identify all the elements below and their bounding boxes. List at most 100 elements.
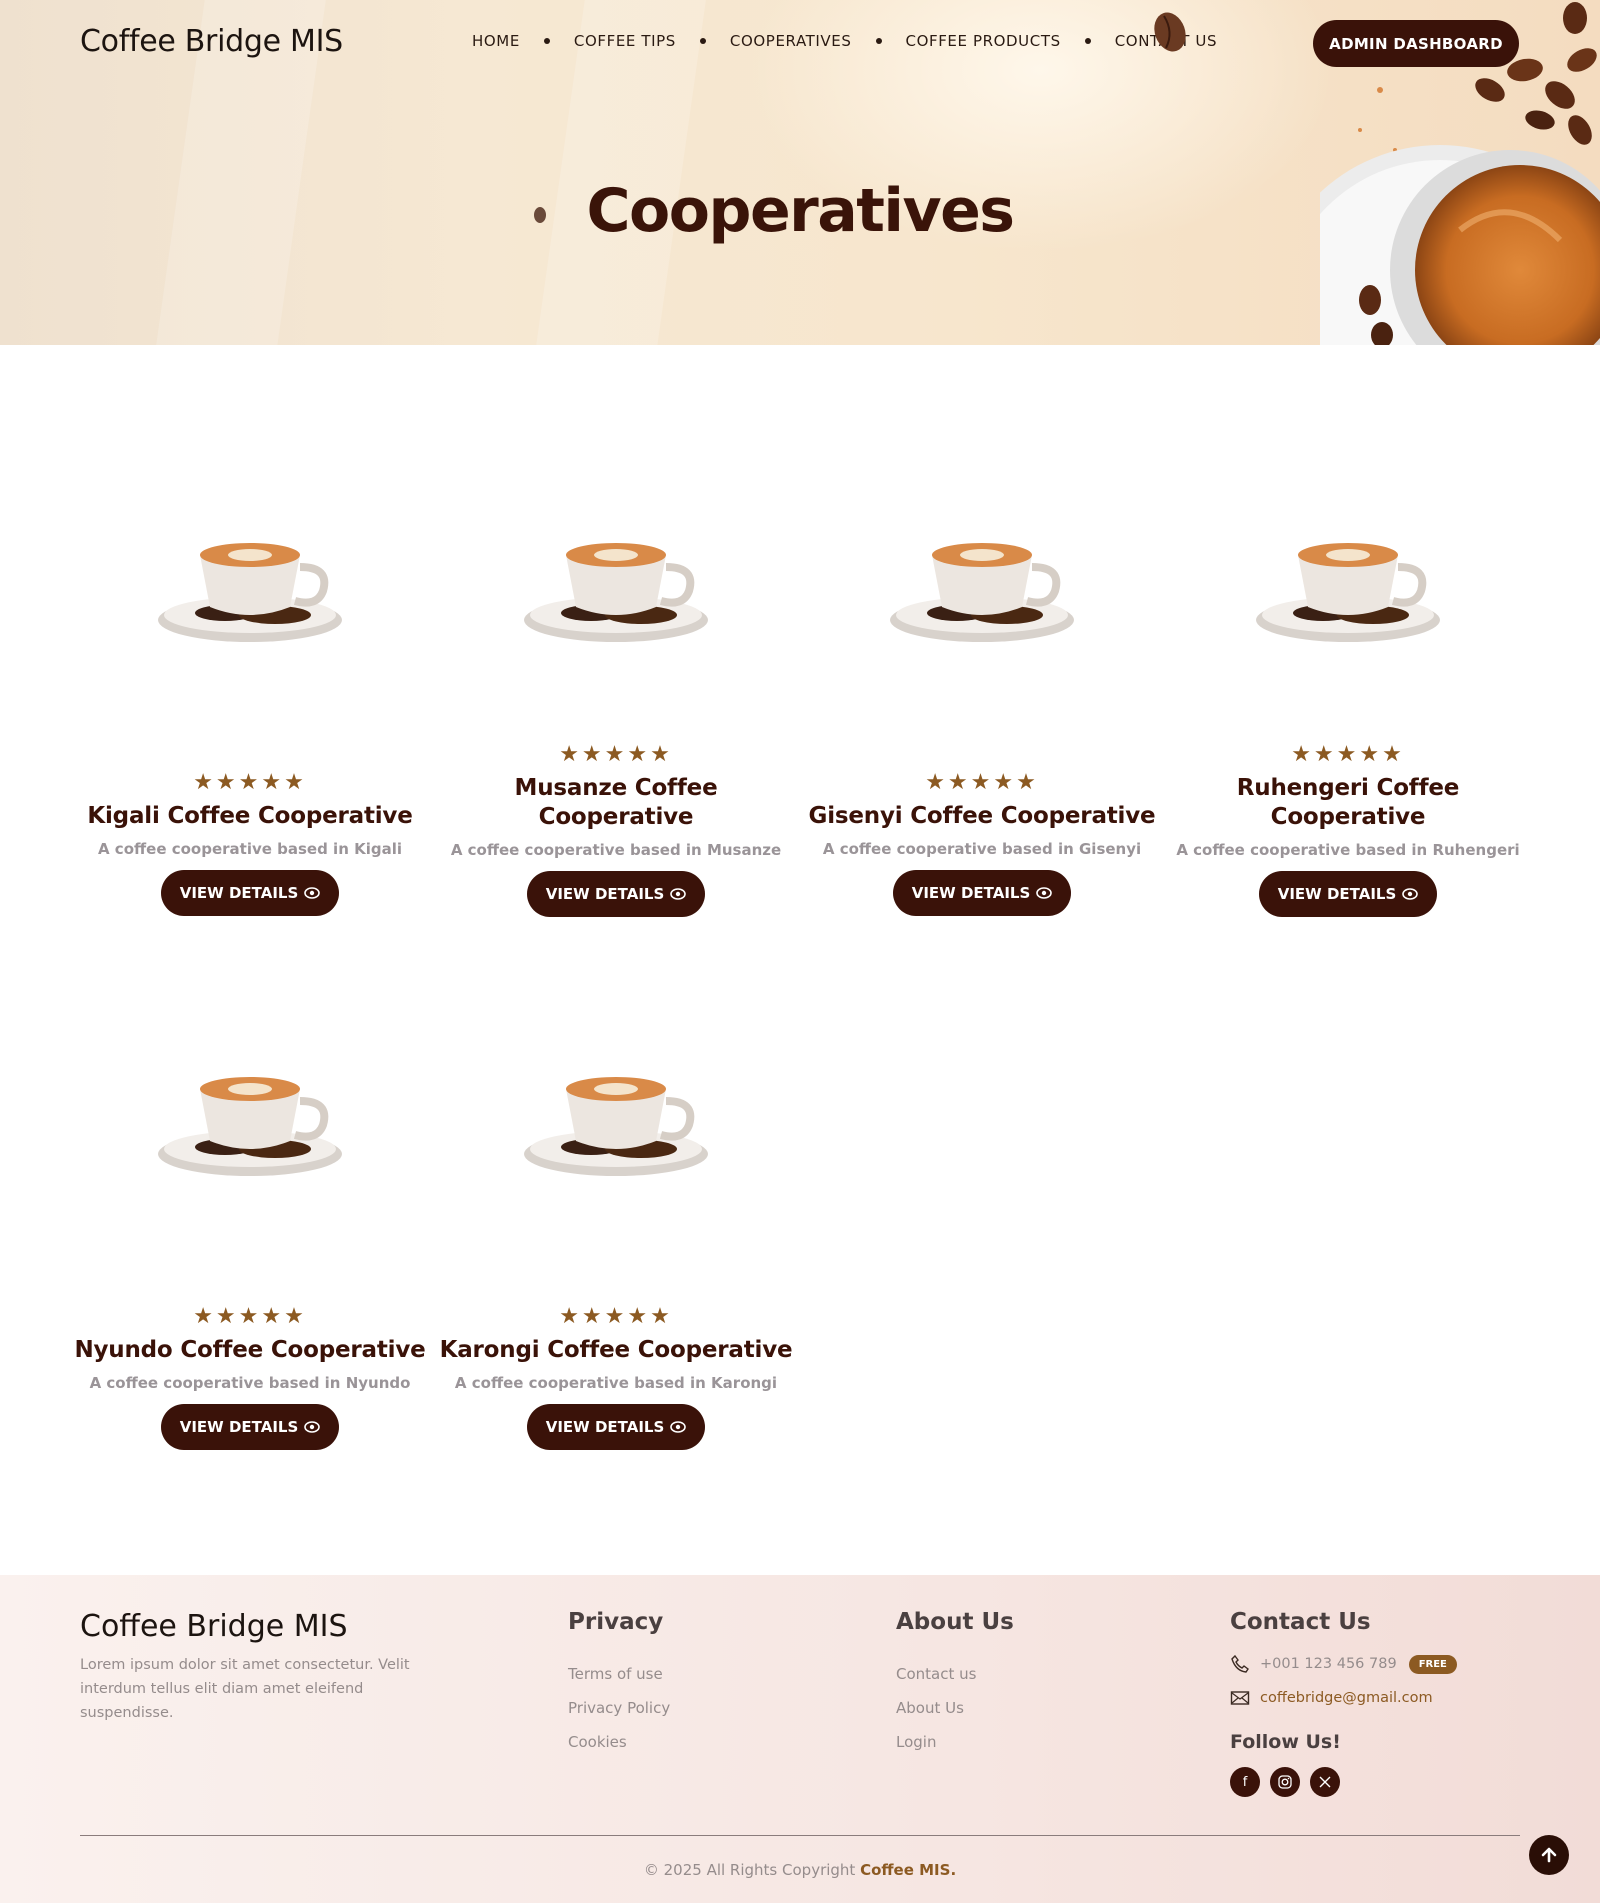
card-body: ★★★★★ Gisenyi Coffee Cooperative A coffe…: [792, 772, 1172, 916]
cooperative-image: [1178, 410, 1518, 750]
x-icon[interactable]: [1310, 1767, 1340, 1797]
footer-description: Lorem ipsum dolor sit amet consectetur. …: [80, 1657, 410, 1721]
cooperative-card: ★★★★★ Musanze Coffee Cooperative A coffe…: [446, 410, 786, 917]
nav-item-cooperatives[interactable]: COOPERATIVES: [730, 32, 852, 50]
cooperative-name: Nyundo Coffee Cooperative: [74, 1337, 426, 1363]
coffee-cup-image: [890, 543, 1074, 642]
follow-us-heading: Follow Us!: [1230, 1731, 1341, 1753]
footer-heading-contact: Contact Us: [1230, 1609, 1371, 1635]
card-body: ★★★★★ Nyundo Coffee Cooperative A coffee…: [60, 1306, 440, 1450]
copyright: © 2025 All Rights Copyright Coffee MIS.: [0, 1861, 1600, 1879]
nav-separator: [699, 38, 706, 44]
cooperative-description: A coffee cooperative based in Karongi: [454, 1374, 778, 1392]
view-details-button[interactable]: VIEW DETAILS: [893, 870, 1071, 916]
view-details-label: VIEW DETAILS: [179, 1418, 299, 1436]
cooperative-card: ★★★★★ Kigali Coffee Cooperative A coffee…: [80, 410, 420, 916]
hero-banner: Coffee Bridge MIS HOME COFFEE TIPS COOPE…: [0, 0, 1600, 345]
view-details-label: VIEW DETAILS: [545, 885, 665, 903]
card-body: ★★★★★ Ruhengeri Coffee Cooperative A cof…: [1158, 744, 1538, 917]
contact-email-row: coffebridge@gmail.com: [1230, 1681, 1457, 1715]
eye-icon: [670, 1421, 687, 1433]
view-details-button[interactable]: VIEW DETAILS: [161, 870, 339, 916]
contact-email[interactable]: coffebridge@gmail.com: [1260, 1690, 1433, 1706]
footer-heading-about: About Us: [896, 1609, 1014, 1635]
rating-stars: ★★★★★: [193, 1304, 307, 1329]
footer-link-about[interactable]: About Us: [896, 1691, 1014, 1725]
back-to-top-button[interactable]: [1529, 1835, 1569, 1875]
footer-link-terms[interactable]: Terms of use: [568, 1657, 670, 1691]
cooperative-description: A coffee cooperative based in Gisenyi: [822, 840, 1142, 858]
facebook-icon[interactable]: f: [1230, 1767, 1260, 1797]
nav-item-home[interactable]: HOME: [472, 32, 520, 50]
footer-link-privacy-policy[interactable]: Privacy Policy: [568, 1691, 670, 1725]
footer-brand[interactable]: Coffee Bridge MIS: [80, 1609, 348, 1644]
footer-about-column: About Us Contact us About Us Login: [896, 1609, 1014, 1759]
view-details-label: VIEW DETAILS: [179, 884, 299, 902]
view-details-button[interactable]: VIEW DETAILS: [527, 1404, 705, 1450]
footer-link-contact[interactable]: Contact us: [896, 1657, 1014, 1691]
coffee-cup-illustration: [1320, 2, 1600, 345]
eye-icon: [304, 887, 321, 899]
site-brand[interactable]: Coffee Bridge MIS: [80, 24, 343, 59]
view-details-label: VIEW DETAILS: [545, 1418, 665, 1436]
card-body: ★★★★★ Musanze Coffee Cooperative A coffe…: [426, 744, 806, 917]
cooperative-card: ★★★★★ Gisenyi Coffee Cooperative A coffe…: [809, 410, 1156, 916]
footer-divider: [80, 1835, 1520, 1836]
cooperative-image: [80, 944, 420, 1284]
nav-item-coffee-tips[interactable]: COFFEE TIPS: [574, 32, 676, 50]
rating-stars: ★★★★★: [559, 742, 673, 767]
cooperative-card: ★★★★★ Nyundo Coffee Cooperative A coffee…: [74, 944, 426, 1450]
phone-icon: [1231, 1654, 1249, 1673]
cooperative-description: A coffee cooperative based in Ruhengeri: [1176, 841, 1520, 859]
cooperative-name: Musanze Coffee Cooperative: [514, 775, 718, 830]
mail-icon: [1230, 1691, 1250, 1705]
cooperative-name: Kigali Coffee Cooperative: [87, 803, 413, 829]
cooperative-description: A coffee cooperative based in Musanze: [450, 841, 782, 859]
cooperative-image: [446, 944, 786, 1284]
eye-icon: [670, 888, 687, 900]
footer-link-cookies[interactable]: Cookies: [568, 1725, 670, 1759]
cooperative-description: A coffee cooperative based in Nyundo: [89, 1374, 411, 1392]
view-details-button[interactable]: VIEW DETAILS: [1259, 871, 1437, 917]
cooperative-name: Gisenyi Coffee Cooperative: [808, 803, 1156, 829]
copyright-text: © 2025 All Rights Copyright: [643, 1861, 856, 1879]
nav-separator: [1084, 38, 1091, 44]
rating-stars: ★★★★★: [1291, 742, 1405, 767]
cooperative-name: Karongi Coffee Cooperative: [439, 1337, 793, 1363]
coffee-bean-icon: [1154, 12, 1186, 52]
view-details-label: VIEW DETAILS: [911, 884, 1031, 902]
footer-link-login[interactable]: Login: [896, 1725, 1014, 1759]
cooperative-card: ★★★★★ Karongi Coffee Cooperative A coffe…: [440, 944, 793, 1450]
hero-light-streak: [529, 0, 711, 345]
nav-item-coffee-products[interactable]: COFFEE PRODUCTS: [906, 32, 1061, 50]
eye-icon: [304, 1421, 321, 1433]
cooperative-description: A coffee cooperative based in Kigali: [97, 840, 403, 858]
copyright-brand: Coffee MIS.: [860, 1861, 957, 1879]
eye-icon: [1402, 888, 1419, 900]
coffee-cup-image: [1256, 543, 1440, 642]
coffee-bean-icon: [534, 207, 546, 223]
footer-contact-column: Contact Us +001 123 456 789 FREE coffebr…: [1230, 1609, 1457, 1797]
eye-icon: [1036, 887, 1053, 899]
coffee-cup-image: [524, 543, 708, 642]
view-details-button[interactable]: VIEW DETAILS: [161, 1404, 339, 1450]
footer-heading-privacy: Privacy: [568, 1609, 664, 1635]
site-footer: Coffee Bridge MIS Lorem ipsum dolor sit …: [0, 1575, 1600, 1903]
view-details-button[interactable]: VIEW DETAILS: [527, 871, 705, 917]
rating-stars: ★★★★★: [559, 1304, 673, 1329]
cooperative-name: Ruhengeri Coffee Cooperative: [1236, 775, 1460, 830]
cooperative-image: [812, 410, 1152, 750]
contact-phone[interactable]: +001 123 456 789: [1260, 1656, 1397, 1672]
cooperative-image: [446, 410, 786, 750]
card-body: ★★★★★ Kigali Coffee Cooperative A coffee…: [60, 772, 440, 916]
footer-privacy-column: Privacy Terms of use Privacy Policy Cook…: [568, 1609, 670, 1759]
instagram-icon[interactable]: [1270, 1767, 1300, 1797]
rating-stars: ★★★★★: [193, 770, 307, 795]
card-body: ★★★★★ Karongi Coffee Cooperative A coffe…: [426, 1306, 806, 1450]
contact-phone-row: +001 123 456 789 FREE: [1230, 1647, 1457, 1681]
nav-separator: [543, 38, 550, 44]
nav-separator: [875, 38, 882, 44]
coffee-cup-image: [524, 1077, 708, 1176]
coffee-cup-image: [158, 543, 342, 642]
rating-stars: ★★★★★: [925, 770, 1039, 795]
